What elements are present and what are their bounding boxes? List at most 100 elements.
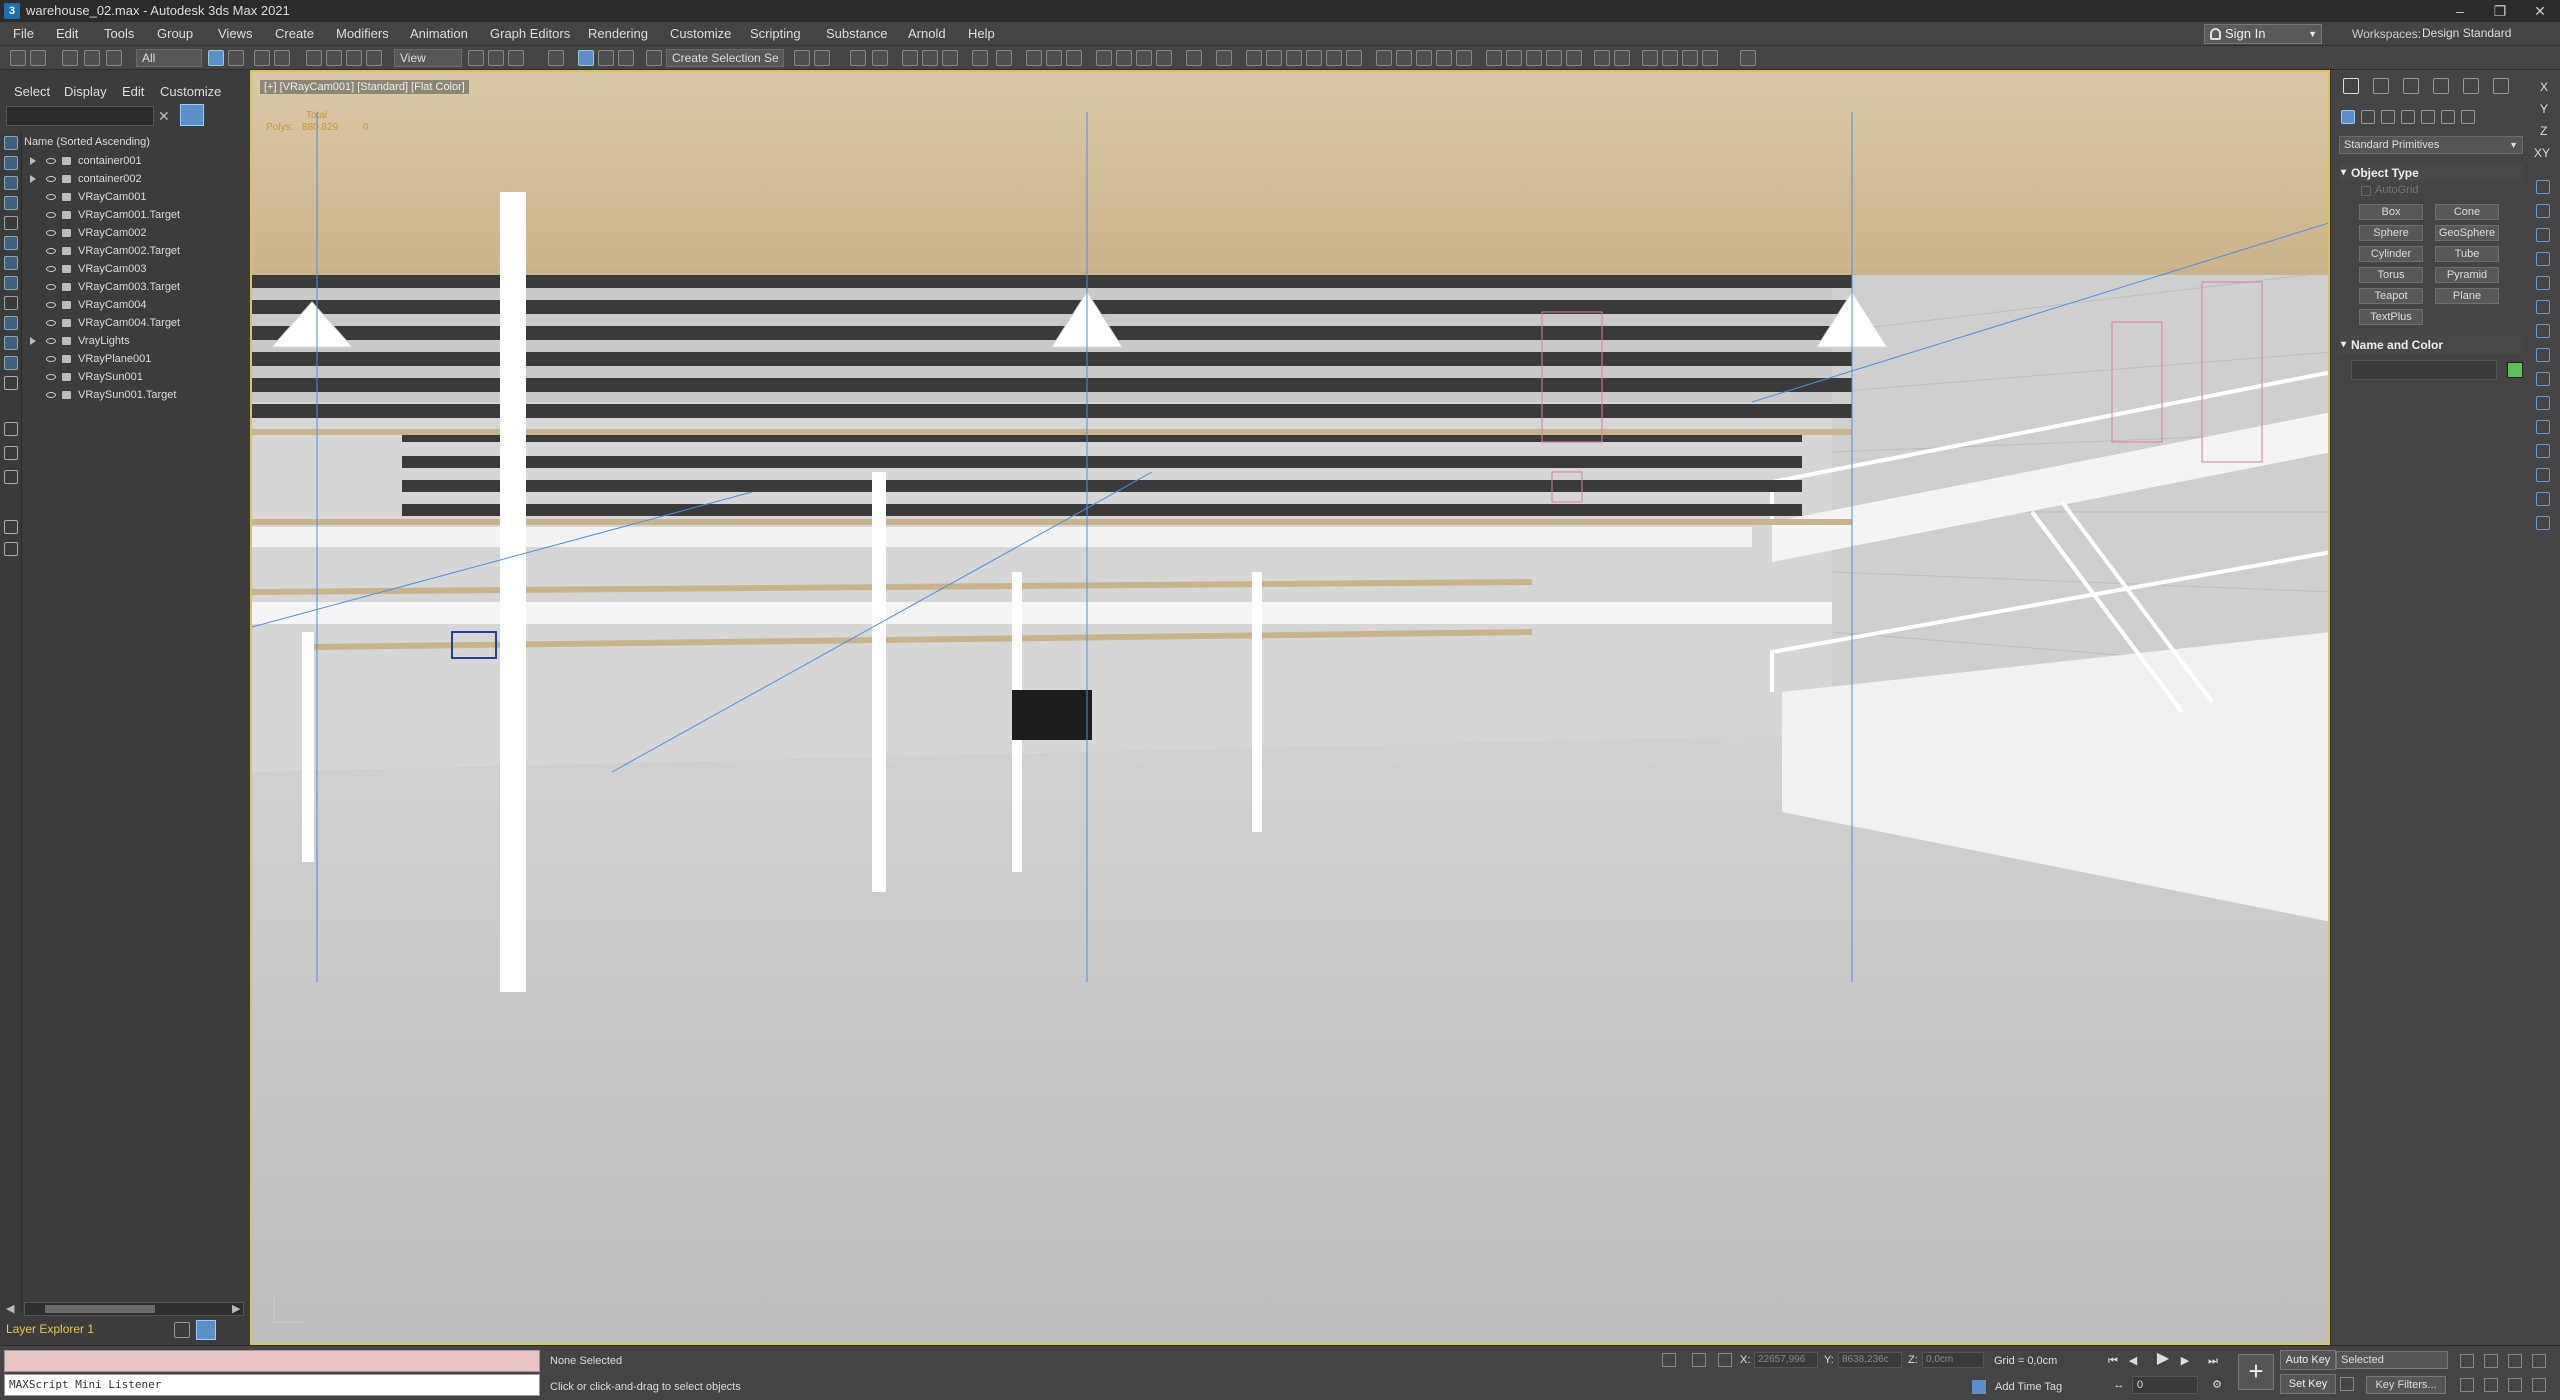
utilities-tab-icon[interactable]: [2493, 78, 2509, 94]
unlink-icon[interactable]: [84, 50, 100, 66]
invert-display-icon[interactable]: [4, 446, 18, 460]
viewport-label[interactable]: [+] [VRayCam001] [Standard] [Flat Color]: [260, 80, 469, 94]
orbit-icon[interactable]: [2508, 1378, 2522, 1392]
schematic-view-icon[interactable]: [942, 50, 958, 66]
explorer-filter-icon[interactable]: [4, 520, 18, 534]
list-item[interactable]: VRayCam001: [24, 188, 246, 206]
visibility-eye-icon[interactable]: [46, 320, 56, 326]
track-strip-icon[interactable]: [2536, 492, 2550, 506]
snap-strip-icon[interactable]: [2536, 204, 2550, 218]
list-item[interactable]: container002: [24, 170, 246, 188]
key-filters-button[interactable]: Key Filters...: [2366, 1376, 2446, 1394]
select-by-name-icon[interactable]: [228, 50, 244, 66]
maxscript-mini-listener[interactable]: MAXScript Mini Listener: [4, 1374, 540, 1396]
teapot-button[interactable]: Teapot: [2359, 288, 2423, 304]
visibility-eye-icon[interactable]: [46, 194, 56, 200]
keyboard-shortcut-override-icon[interactable]: [508, 50, 524, 66]
menu-tools[interactable]: Tools: [104, 26, 134, 41]
menu-rendering[interactable]: Rendering: [588, 26, 648, 41]
vray-help-icon[interactable]: [1682, 50, 1698, 66]
auto-key-button[interactable]: Auto Key: [2280, 1350, 2336, 1370]
vray-camera-icon[interactable]: [1486, 50, 1502, 66]
selection-region-icon[interactable]: [254, 50, 270, 66]
current-frame-field[interactable]: 0: [2132, 1376, 2198, 1394]
space-warps-icon[interactable]: [2441, 110, 2455, 124]
maxscript-output[interactable]: [4, 1350, 540, 1372]
window-crossing-icon[interactable]: [274, 50, 290, 66]
display-none-icon[interactable]: [4, 422, 18, 436]
explorer-options-icon[interactable]: [4, 542, 18, 556]
absolute-transform-icon[interactable]: [1718, 1353, 1732, 1367]
systems-icon[interactable]: [2461, 110, 2475, 124]
reference-coordinate-dropdown[interactable]: View: [394, 49, 462, 67]
field-of-view-icon[interactable]: [2460, 1378, 2474, 1392]
list-item[interactable]: VRayCam001.Target: [24, 206, 246, 224]
edit-named-selection-icon[interactable]: [646, 50, 662, 66]
select-object-icon[interactable]: [208, 50, 224, 66]
vray-denoiser-icon[interactable]: [1614, 50, 1630, 66]
list-item[interactable]: VRayCam004: [24, 296, 246, 314]
wrap-strip-icon[interactable]: [2536, 468, 2550, 482]
isolate-strip-icon[interactable]: [2536, 420, 2550, 434]
align-icon[interactable]: [814, 50, 830, 66]
tab-edit[interactable]: Edit: [122, 84, 144, 99]
placement-icon[interactable]: [366, 50, 382, 66]
autogrid-checkbox[interactable]: AutoGrid: [2361, 184, 2418, 196]
helpers-icon[interactable]: [2421, 110, 2435, 124]
curve-editor-icon[interactable]: [922, 50, 938, 66]
z-coordinate-field[interactable]: 0,0cm: [1922, 1352, 1984, 1368]
primitive-category-dropdown[interactable]: Standard Primitives ▼: [2339, 136, 2523, 154]
snaps-toggle-icon[interactable]: [548, 50, 564, 66]
vray-frame-buffer-icon[interactable]: [1116, 50, 1132, 66]
previous-frame-icon[interactable]: ◀: [2126, 1354, 2140, 1368]
visibility-eye-icon[interactable]: [46, 230, 56, 236]
move-icon[interactable]: [306, 50, 322, 66]
list-item[interactable]: VRayCam004.Target: [24, 314, 246, 332]
percent-snap-strip-icon[interactable]: [2536, 252, 2550, 266]
display-spacewarps-icon[interactable]: [4, 236, 18, 250]
vray-physical-camera-icon[interactable]: [1506, 50, 1522, 66]
menu-group[interactable]: Group: [157, 26, 193, 41]
scrollbar-thumb[interactable]: [45, 1305, 155, 1313]
shapes-icon[interactable]: [2361, 110, 2375, 124]
tab-display[interactable]: Display: [64, 84, 107, 99]
pyramid-button[interactable]: Pyramid: [2435, 267, 2499, 283]
menu-customize[interactable]: Customize: [670, 26, 731, 41]
zoom-extents-icon[interactable]: [2508, 1354, 2522, 1368]
link-icon[interactable]: [62, 50, 78, 66]
visibility-eye-icon[interactable]: [46, 302, 56, 308]
scroll-right-icon[interactable]: ▶: [232, 1302, 246, 1316]
geometry-icon[interactable]: [2341, 110, 2355, 124]
visibility-eye-icon[interactable]: [46, 158, 56, 164]
y-coordinate-field[interactable]: 8638,236c: [1838, 1352, 1902, 1368]
x-coordinate-field[interactable]: 22657,996: [1754, 1352, 1818, 1368]
visibility-eye-icon[interactable]: [46, 284, 56, 290]
vray-sphere-light-icon[interactable]: [1246, 50, 1262, 66]
axis-x[interactable]: X: [2540, 80, 2548, 94]
angle-snap-icon[interactable]: [578, 50, 594, 66]
axis-xy[interactable]: XY: [2534, 146, 2550, 160]
expand-arrow-icon[interactable]: [30, 175, 36, 183]
sign-in-button[interactable]: Sign In ▼: [2204, 24, 2322, 44]
vray-ambient-light-icon[interactable]: [1306, 50, 1322, 66]
vray-proxy-icon[interactable]: [1376, 50, 1392, 66]
pan-view-icon[interactable]: [2484, 1378, 2498, 1392]
scale-icon[interactable]: [346, 50, 362, 66]
align-camera-strip-icon[interactable]: [2536, 372, 2550, 386]
menu-scripting[interactable]: Scripting: [750, 26, 801, 41]
selection-lock-strip-icon[interactable]: [2536, 444, 2550, 458]
expand-arrow-icon[interactable]: [30, 157, 36, 165]
vray-ies-light-icon[interactable]: [1286, 50, 1302, 66]
modify-tab-icon[interactable]: [2373, 78, 2389, 94]
vray-render-icon[interactable]: [1096, 50, 1112, 66]
hierarchy-tab-icon[interactable]: [2403, 78, 2419, 94]
menu-file[interactable]: File: [13, 26, 34, 41]
motion-tab-icon[interactable]: [2433, 78, 2449, 94]
maximize-icon[interactable]: ❐: [2480, 1, 2520, 21]
list-item[interactable]: VRaySun001.Target: [24, 386, 246, 404]
scene-explorer-toggle-icon[interactable]: [850, 50, 866, 66]
next-frame-icon[interactable]: ▶: [2178, 1354, 2192, 1368]
angle-snap-strip-icon[interactable]: [2536, 228, 2550, 242]
axis-z[interactable]: Z: [2540, 124, 2547, 138]
align-view-strip-icon[interactable]: [2536, 396, 2550, 410]
